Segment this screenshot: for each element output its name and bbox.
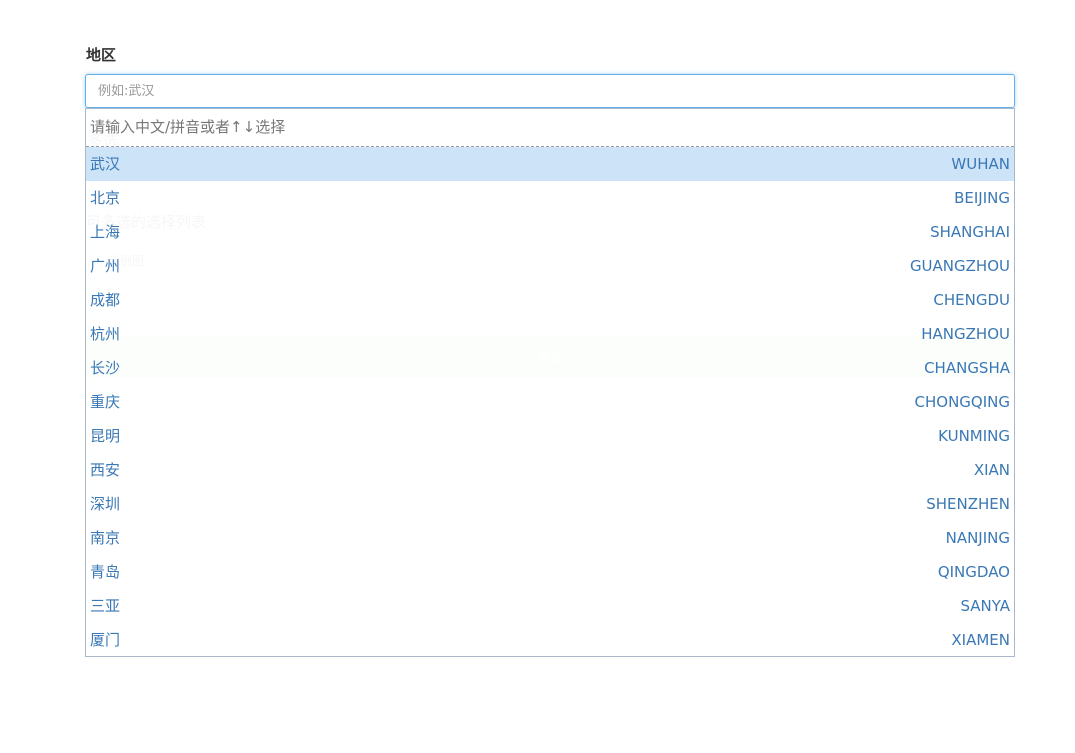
option-qingdao[interactable]: 青岛 QINGDAO: [86, 555, 1014, 589]
option-shenzhen[interactable]: 深圳 SHENZHEN: [86, 487, 1014, 521]
option-chinese-name: 成都: [90, 291, 121, 309]
option-pinyin-name: CHENGDU: [933, 291, 1010, 309]
option-pinyin-name: NANJING: [945, 529, 1010, 547]
region-input[interactable]: [85, 74, 1015, 108]
option-pinyin-name: CHANGSHA: [924, 359, 1010, 377]
option-chinese-name: 北京: [90, 189, 121, 207]
option-chinese-name: 上海: [90, 223, 121, 241]
option-list: 武汉 WUHAN 北京 BEIJING 上海 SHANGHAI 广州 GUANGZHOU 成都 C…: [86, 147, 1014, 657]
option-nanjing[interactable]: 南京 NANJING: [86, 521, 1014, 555]
option-pinyin-name: KUNMING: [938, 427, 1010, 445]
option-chinese-name: 重庆: [90, 393, 121, 411]
option-xian[interactable]: 西安 XIAN: [86, 453, 1014, 487]
option-chinese-name: 厦门: [90, 631, 121, 649]
option-pinyin-name: XIAMEN: [951, 631, 1010, 649]
option-pinyin-name: GUANGZHOU: [909, 257, 1010, 275]
option-chinese-name: 武汉: [90, 155, 121, 173]
option-chinese-name: 三亚: [90, 597, 121, 615]
option-sanya[interactable]: 三亚 SANYA: [86, 589, 1014, 623]
option-wuhan[interactable]: 武汉 WUHAN: [86, 147, 1014, 181]
option-pinyin-name: BEIJING: [954, 189, 1010, 207]
option-shanghai[interactable]: 上海 SHANGHAI: [86, 215, 1014, 249]
option-xiamen[interactable]: 厦门 XIAMEN: [86, 623, 1014, 657]
option-pinyin-name: QINGDAO: [937, 563, 1010, 581]
option-chinese-name: 昆明: [90, 427, 121, 445]
dropdown-hint: 请输入中文/拼音或者↑↓选择: [86, 109, 1014, 147]
option-beijing[interactable]: 北京 BEIJING: [86, 181, 1014, 215]
option-chinese-name: 西安: [90, 461, 121, 479]
option-pinyin-name: HANGZHOU: [921, 325, 1010, 343]
option-pinyin-name: SHANGHAI: [930, 223, 1010, 241]
option-kunming[interactable]: 昆明 KUNMING: [86, 419, 1014, 453]
option-chengdu[interactable]: 成都 CHENGDU: [86, 283, 1014, 317]
option-pinyin-name: SHENZHEN: [926, 495, 1010, 513]
option-changsha[interactable]: 长沙 CHANGSHA: [86, 351, 1014, 385]
option-chinese-name: 深圳: [90, 495, 121, 513]
region-dropdown: 请输入中文/拼音或者↑↓选择 武汉 WUHAN 北京 BEIJING 上海 SHANGHA…: [85, 108, 1015, 657]
page: 多选 示例图 可多选的选择列表 示例图 搜索 地区 请输入中文/拼音或者↑↓选择…: [0, 0, 1075, 753]
option-pinyin-name: CHONGQING: [914, 393, 1010, 411]
option-chinese-name: 南京: [90, 529, 121, 547]
option-pinyin-name: WUHAN: [951, 155, 1010, 173]
option-chinese-name: 青岛: [90, 563, 121, 581]
option-pinyin-name: SANYA: [960, 597, 1010, 615]
option-pinyin-name: XIAN: [973, 461, 1010, 479]
option-hangzhou[interactable]: 杭州 HANGZHOU: [86, 317, 1014, 351]
option-chinese-name: 广州: [90, 257, 121, 275]
option-chinese-name: 长沙: [90, 359, 121, 377]
option-chongqing[interactable]: 重庆 CHONGQING: [86, 385, 1014, 419]
option-guangzhou[interactable]: 广州 GUANGZHOU: [86, 249, 1014, 283]
region-label: 地区: [86, 46, 117, 64]
option-chinese-name: 杭州: [90, 325, 121, 343]
